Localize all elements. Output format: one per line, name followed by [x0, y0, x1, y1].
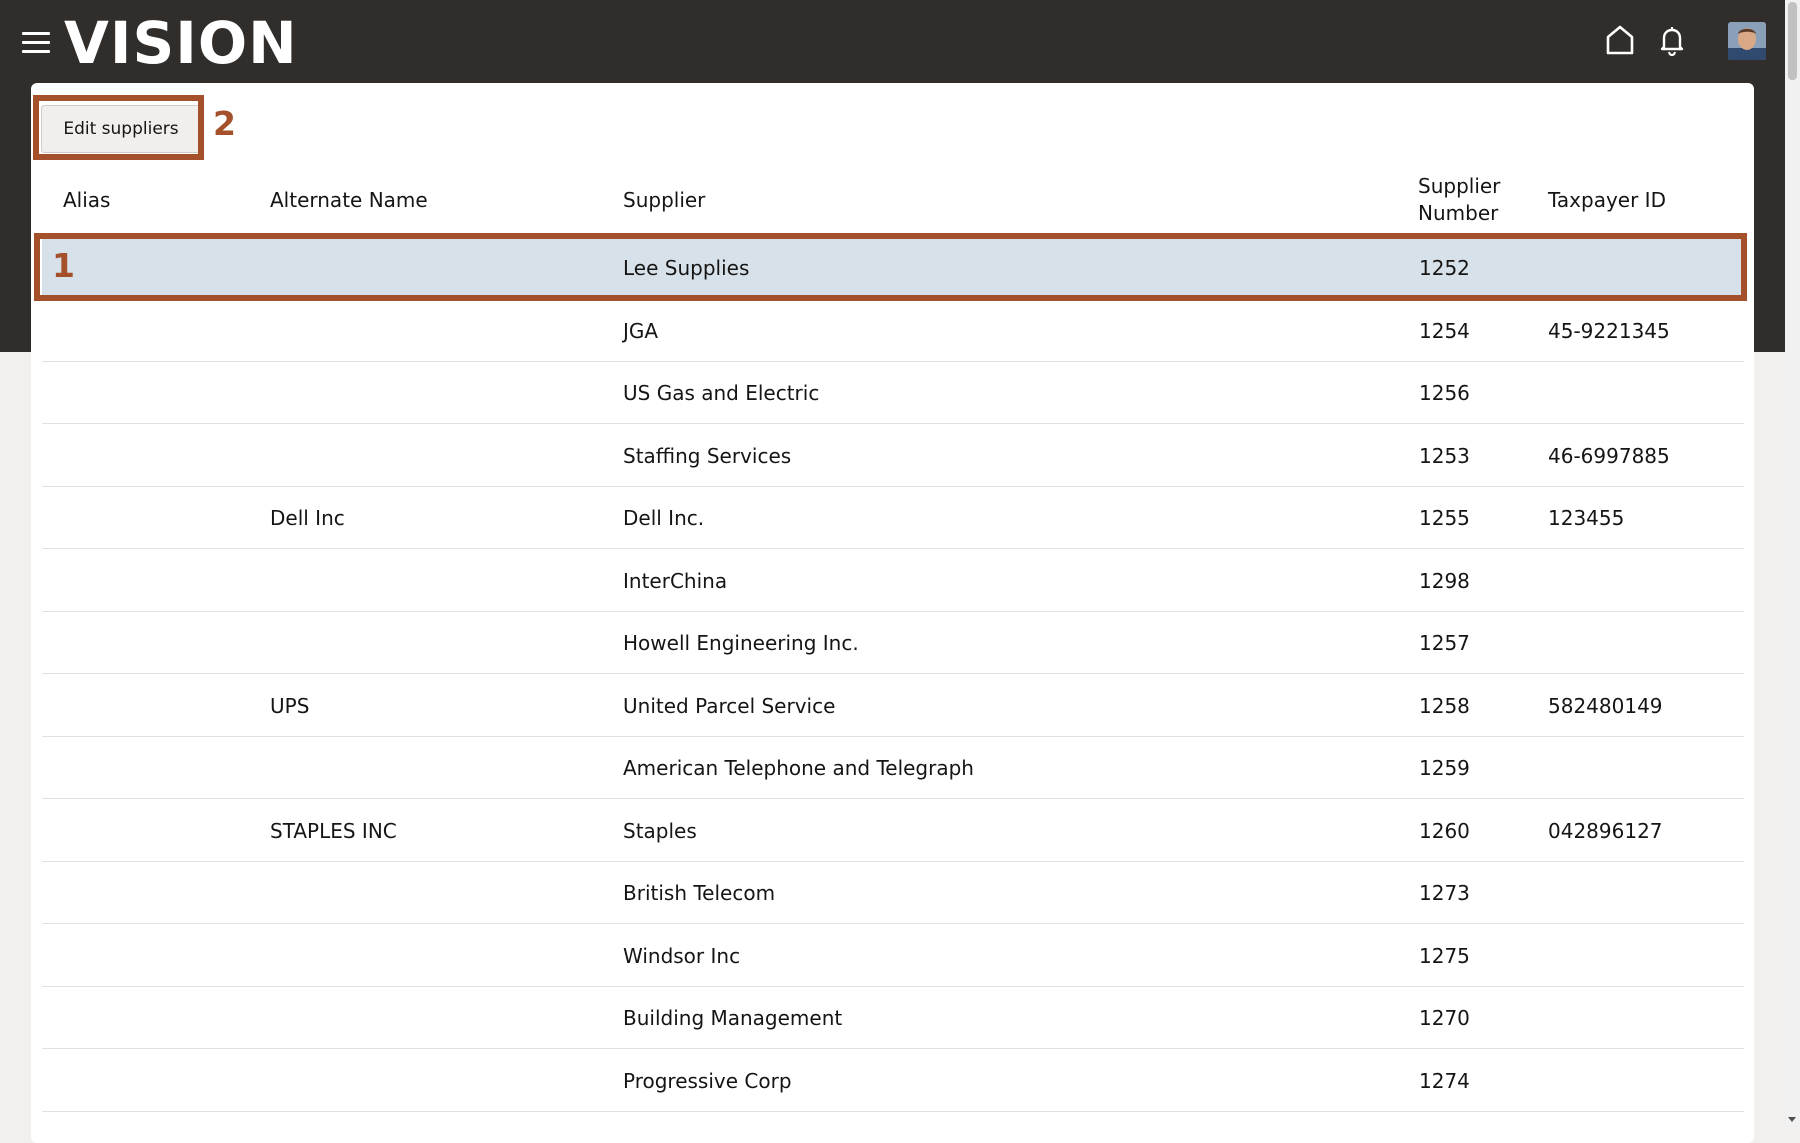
cell-taxpayer-id: 45-9221345 — [1548, 318, 1670, 343]
cell-supplier: Staples — [623, 818, 697, 843]
callout-number-1: 1 — [52, 246, 75, 285]
cell-supplier-number: 1273 — [1419, 881, 1470, 905]
cell-supplier-number: 1253 — [1419, 443, 1470, 468]
cell-supplier: InterChina — [623, 568, 728, 593]
edit-suppliers-button[interactable]: Edit suppliers — [41, 105, 201, 153]
table-row[interactable]: Windsor Inc 1275 — [42, 925, 1744, 987]
table-row[interactable]: Staffing Services 1253 46-6997885 — [42, 425, 1744, 487]
cell-supplier-number: 1270 — [1419, 1006, 1470, 1030]
cell-supplier: American Telephone and Telegraph — [623, 756, 974, 780]
callout-number-2: 2 — [213, 104, 236, 143]
table-row[interactable]: Howell Engineering Inc. 1257 — [42, 612, 1744, 674]
column-header-taxpayer-id[interactable]: Taxpayer ID — [1548, 187, 1666, 214]
table-row[interactable]: JGA 1254 45-9221345 — [42, 300, 1744, 362]
table-row[interactable]: Dell Inc Dell Inc. 1255 123455 — [42, 487, 1744, 549]
cell-supplier-number: 1259 — [1419, 756, 1470, 780]
avatar[interactable] — [1728, 22, 1766, 60]
cell-supplier: Lee Supplies — [623, 256, 750, 280]
cell-supplier-number: 1252 — [1419, 256, 1470, 280]
cell-supplier-number: 1254 — [1419, 318, 1470, 343]
table-row[interactable]: American Telephone and Telegraph 1259 — [42, 737, 1744, 799]
cell-taxpayer-id: 123455 — [1548, 506, 1625, 530]
cell-supplier: Progressive Corp — [623, 1068, 792, 1093]
cell-supplier: Staffing Services — [623, 443, 792, 468]
cell-supplier-number: 1257 — [1419, 631, 1470, 655]
table-row-selected[interactable]: Lee Supplies 1252 — [42, 237, 1744, 299]
cell-supplier: US Gas and Electric — [623, 381, 820, 405]
cell-supplier-number: 1255 — [1419, 506, 1470, 530]
column-header-supplier[interactable]: Supplier — [623, 187, 705, 214]
cell-supplier-number: 1256 — [1419, 381, 1470, 405]
scroll-thumb[interactable] — [1788, 2, 1797, 80]
table-row[interactable]: Building Management 1270 — [42, 987, 1744, 1049]
cell-taxpayer-id: 582480149 — [1548, 693, 1663, 718]
table-row[interactable]: US Gas and Electric 1256 — [42, 362, 1744, 424]
table-row[interactable]: InterChina 1298 — [42, 550, 1744, 612]
column-header-alias[interactable]: Alias — [63, 187, 110, 214]
cell-supplier: Dell Inc. — [623, 506, 705, 530]
menu-icon[interactable] — [22, 30, 50, 54]
cell-alternate-name: Dell Inc — [270, 506, 345, 530]
cell-alternate-name: UPS — [270, 693, 310, 718]
column-header-alternate-name[interactable]: Alternate Name — [270, 187, 428, 214]
table-row[interactable]: British Telecom 1273 — [42, 862, 1744, 924]
cell-supplier: United Parcel Service — [623, 693, 836, 718]
table-row[interactable]: STAPLES INC Staples 1260 042896127 — [42, 800, 1744, 862]
page-scrollbar[interactable] — [1785, 0, 1800, 1125]
cell-supplier: Howell Engineering Inc. — [623, 631, 859, 655]
cell-taxpayer-id: 46-6997885 — [1548, 443, 1670, 468]
cell-supplier-number: 1274 — [1419, 1068, 1470, 1093]
table-row[interactable]: UPS United Parcel Service 1258 582480149 — [42, 675, 1744, 737]
cell-supplier-number: 1260 — [1419, 818, 1470, 843]
cell-taxpayer-id: 042896127 — [1548, 818, 1663, 843]
cell-supplier: JGA — [623, 318, 659, 343]
cell-alternate-name: STAPLES INC — [270, 818, 397, 843]
scroll-down-icon[interactable] — [1788, 1117, 1796, 1122]
cell-supplier-number: 1275 — [1419, 943, 1470, 968]
cell-supplier: Building Management — [623, 1006, 843, 1030]
home-icon[interactable] — [1602, 22, 1638, 58]
cell-supplier: Windsor Inc — [623, 943, 741, 968]
cell-supplier: British Telecom — [623, 881, 776, 905]
bell-icon[interactable] — [1654, 22, 1690, 58]
app-logo: VISION — [64, 9, 298, 77]
cell-supplier-number: 1258 — [1419, 693, 1470, 718]
column-header-supplier-number[interactable]: Supplier Number — [1418, 173, 1528, 227]
cell-supplier-number: 1298 — [1419, 568, 1470, 593]
table-row[interactable]: Progressive Corp 1274 — [42, 1050, 1744, 1112]
